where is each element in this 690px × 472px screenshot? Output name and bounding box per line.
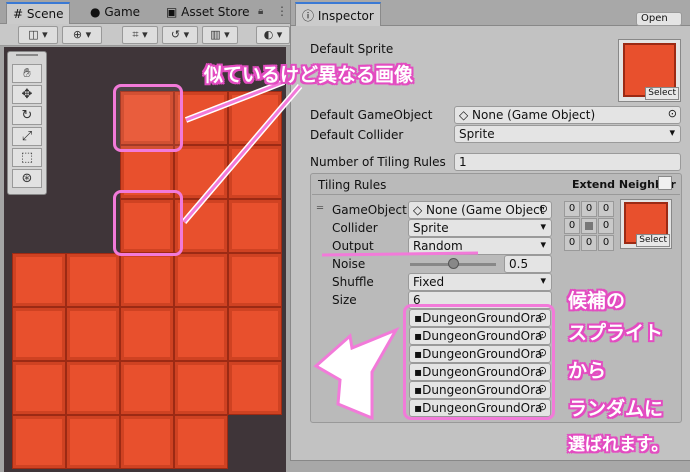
annotation-line5: 選ばれます。 [568,435,669,455]
callout-line [185,80,285,122]
underline-output [321,251,479,257]
highlight-tile-2 [113,190,183,256]
annotation-similar-images: 似ているけど異なる画像 [204,64,414,86]
highlight-sprite-list [403,304,555,420]
callout-line [182,85,302,223]
annotation-line2: スプライト [568,322,664,344]
highlight-tile-1 [113,84,183,152]
annotation-line4: ランダムに [568,398,664,420]
arrow-icon [313,326,400,421]
annotation-line1: 候補の [568,290,626,312]
annotation-line3: から [568,360,607,382]
